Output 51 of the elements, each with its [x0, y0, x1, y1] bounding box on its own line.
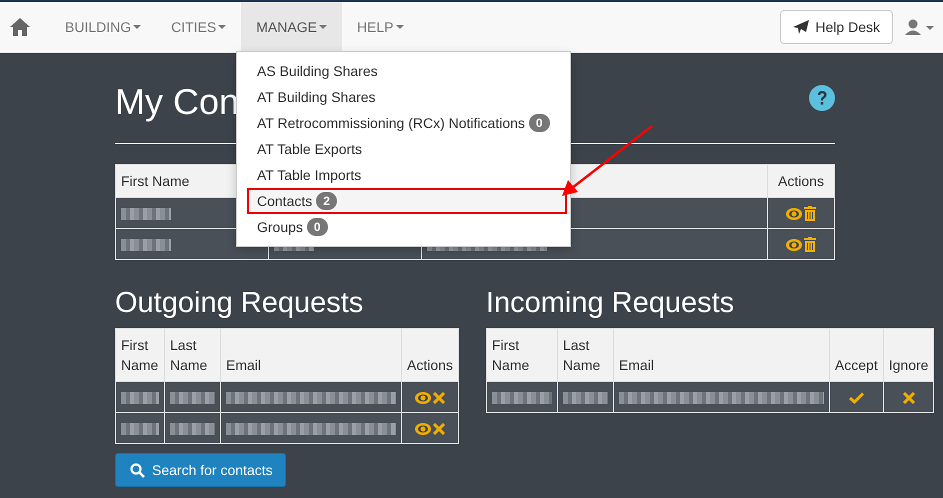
help-icon[interactable] [809, 85, 835, 111]
search-button[interactable]: Search for contacts [115, 453, 286, 487]
column-header: First Name [486, 328, 558, 382]
menu-item[interactable]: AT Building Shares [237, 84, 570, 110]
redacted-text [121, 423, 159, 436]
close-icon[interactable] [432, 423, 445, 436]
count-badge: 2 [316, 192, 337, 210]
eye-icon[interactable] [786, 238, 802, 251]
help-desk-button[interactable]: Help Desk [780, 10, 893, 44]
count-badge: 0 [306, 218, 328, 236]
column-header: Ignore [883, 328, 934, 382]
nav-menu[interactable]: BUILDING [50, 2, 156, 52]
eye-icon[interactable] [414, 423, 431, 436]
redacted-text [121, 208, 171, 220]
column-header: Accept [829, 328, 884, 382]
redacted-text [170, 423, 215, 436]
column-header: Email [613, 328, 830, 382]
menu-item[interactable]: AT Table Exports [237, 136, 570, 162]
column-header: Last Name [164, 328, 220, 382]
eye-icon[interactable] [786, 208, 802, 220]
column-header: Email [220, 328, 402, 382]
trash-icon[interactable] [804, 237, 816, 252]
column-header: Actions [768, 164, 834, 198]
close-icon[interactable] [902, 392, 915, 404]
nav-menu[interactable]: MANAGE [241, 2, 342, 52]
page-title: My Con [115, 80, 240, 123]
check-icon[interactable] [848, 392, 864, 404]
redacted-text [121, 239, 171, 252]
eye-icon[interactable] [414, 392, 431, 404]
redacted-text [170, 392, 215, 404]
nav-menu[interactable]: CITIES [156, 2, 242, 52]
paper-plane-icon [793, 20, 810, 34]
menu-item[interactable]: AT Retrocommissioning (RCx) Notifications 0 [237, 110, 570, 136]
menu-item[interactable]: Groups 0 [237, 214, 570, 240]
user-icon[interactable] [905, 19, 935, 35]
close-icon[interactable] [432, 392, 445, 404]
column-header: First Name [116, 328, 164, 382]
section-title: Outgoing Requests [115, 286, 364, 320]
redacted-text [562, 392, 608, 404]
trash-icon[interactable] [804, 206, 816, 222]
home-icon[interactable] [10, 18, 30, 36]
column-header: Actions [402, 328, 458, 382]
nav-menu[interactable]: HELP [342, 2, 419, 52]
count-badge: 0 [528, 114, 550, 132]
column-header: Last Name [557, 328, 614, 382]
menu-item[interactable]: AS Building Shares [237, 58, 570, 84]
redacted-text [492, 392, 552, 404]
redacted-text [121, 392, 159, 404]
section-title: Incoming Requests [486, 286, 736, 320]
menu-item[interactable]: Contacts 2 [247, 188, 567, 214]
search-icon [130, 462, 145, 478]
